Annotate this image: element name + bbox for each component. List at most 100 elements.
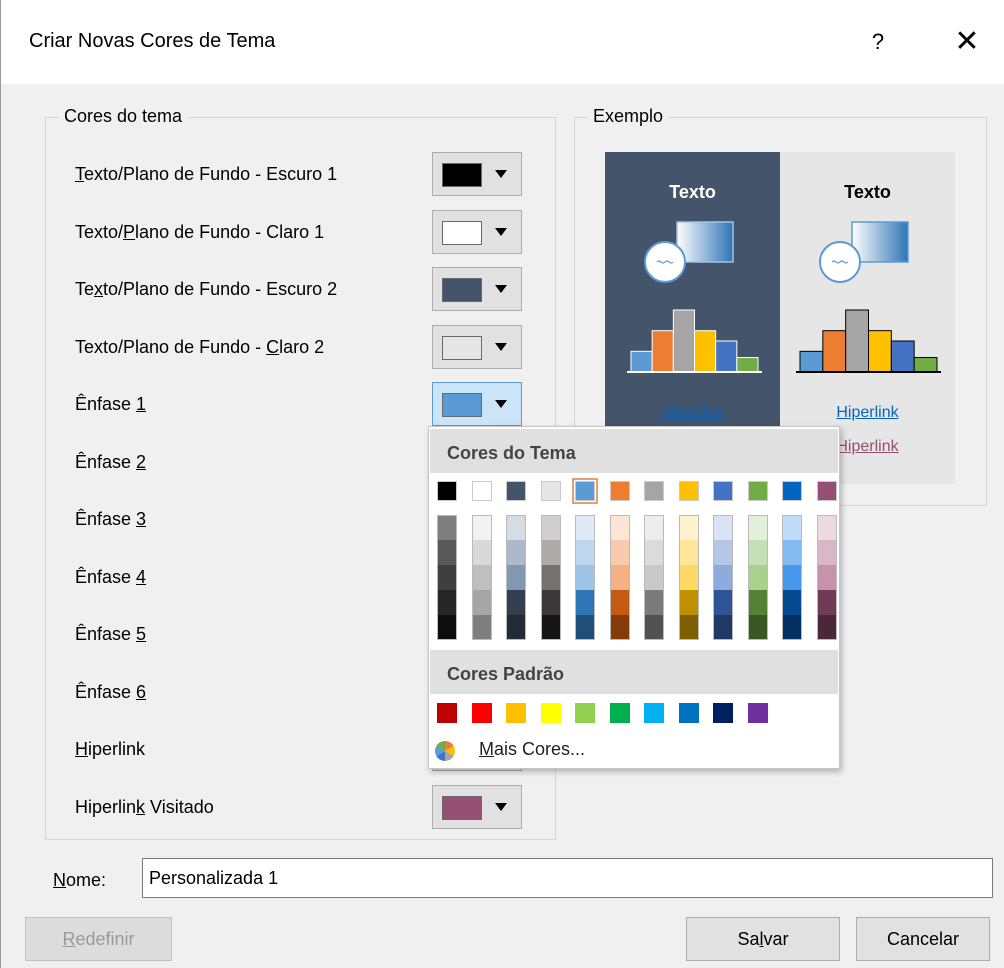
help-button[interactable]: ? [863, 22, 893, 62]
more-colors-option[interactable]: Mais Cores... [433, 735, 693, 765]
theme-shade-swatch[interactable] [472, 615, 492, 640]
theme-shade-swatch[interactable] [506, 590, 526, 615]
theme-shade-swatch[interactable] [541, 615, 561, 640]
theme-color-picker-5[interactable] [432, 382, 522, 426]
standard-color-swatch-4[interactable] [541, 703, 561, 723]
theme-shade-swatch[interactable] [817, 565, 837, 590]
preview-light-chart [796, 309, 941, 373]
theme-shade-swatch[interactable] [679, 540, 699, 565]
theme-shade-swatch[interactable] [644, 515, 664, 540]
theme-shade-swatch[interactable] [782, 590, 802, 615]
theme-shade-swatch[interactable] [817, 515, 837, 540]
theme-shade-swatch[interactable] [713, 590, 733, 615]
theme-shade-swatch[interactable] [506, 540, 526, 565]
theme-shade-swatch[interactable] [679, 515, 699, 540]
theme-color-swatch-10[interactable] [748, 481, 768, 501]
theme-shade-swatch[interactable] [472, 540, 492, 565]
theme-color-swatch-5[interactable] [572, 478, 598, 504]
theme-shade-swatch[interactable] [437, 540, 457, 565]
theme-shade-swatch[interactable] [748, 590, 768, 615]
theme-shade-swatch[interactable] [541, 590, 561, 615]
theme-color-swatch-1[interactable] [437, 481, 457, 501]
theme-shade-swatch[interactable] [506, 515, 526, 540]
theme-color-swatch-2[interactable] [472, 481, 492, 501]
name-input[interactable] [142, 858, 993, 898]
theme-shade-swatch[interactable] [472, 590, 492, 615]
theme-shade-swatch[interactable] [575, 565, 595, 590]
theme-shade-swatch[interactable] [679, 590, 699, 615]
cancel-button[interactable]: Cancelar [856, 917, 990, 961]
theme-shade-swatch[interactable] [575, 540, 595, 565]
theme-shade-swatch[interactable] [713, 515, 733, 540]
theme-color-label-8: Ênfase 4 [75, 567, 147, 587]
theme-color-picker-1[interactable] [432, 152, 522, 196]
standard-color-swatch-2[interactable] [472, 703, 492, 723]
dropdown-arrow-icon [495, 803, 507, 811]
theme-shade-swatch[interactable] [610, 565, 630, 590]
theme-shade-swatch[interactable] [713, 615, 733, 640]
theme-color-label-4: Texto/Plano de Fundo - Claro 2 [75, 337, 325, 357]
theme-shade-swatch[interactable] [437, 515, 457, 540]
theme-shade-swatch[interactable] [748, 565, 768, 590]
theme-shade-swatch[interactable] [506, 615, 526, 640]
theme-shade-swatch[interactable] [817, 540, 837, 565]
theme-shade-swatch[interactable] [713, 565, 733, 590]
theme-color-picker-12[interactable] [432, 785, 522, 829]
standard-color-swatch-6[interactable] [610, 703, 630, 723]
theme-shade-swatch[interactable] [748, 615, 768, 640]
theme-shade-swatch[interactable] [437, 615, 457, 640]
color-swatch [442, 278, 482, 302]
theme-color-swatch-7[interactable] [644, 481, 664, 501]
theme-shade-swatch[interactable] [644, 590, 664, 615]
theme-shade-swatch[interactable] [610, 540, 630, 565]
standard-color-swatch-7[interactable] [644, 703, 664, 723]
theme-shade-swatch[interactable] [541, 540, 561, 565]
theme-shade-swatch[interactable] [437, 590, 457, 615]
theme-color-swatch-6[interactable] [610, 481, 630, 501]
theme-shade-swatch[interactable] [610, 615, 630, 640]
theme-shade-swatch[interactable] [437, 565, 457, 590]
theme-shade-swatch[interactable] [610, 515, 630, 540]
theme-color-swatch-9[interactable] [713, 481, 733, 501]
theme-shade-swatch[interactable] [575, 515, 595, 540]
theme-shade-swatch[interactable] [472, 565, 492, 590]
theme-shade-swatch[interactable] [541, 515, 561, 540]
theme-shade-swatch[interactable] [644, 540, 664, 565]
theme-shade-swatch[interactable] [610, 590, 630, 615]
standard-color-swatch-3[interactable] [506, 703, 526, 723]
theme-color-swatch-3[interactable] [506, 481, 526, 501]
save-button[interactable]: Salvar [686, 917, 840, 961]
theme-shade-swatch[interactable] [575, 615, 595, 640]
theme-shade-swatch[interactable] [782, 565, 802, 590]
theme-shade-swatch[interactable] [748, 515, 768, 540]
theme-shade-swatch[interactable] [541, 565, 561, 590]
theme-color-swatch-11[interactable] [782, 481, 802, 501]
theme-shade-swatch[interactable] [679, 615, 699, 640]
theme-shade-swatch[interactable] [748, 540, 768, 565]
theme-color-picker-2[interactable] [432, 210, 522, 254]
standard-color-swatch-10[interactable] [748, 703, 768, 723]
theme-shade-swatch[interactable] [782, 515, 802, 540]
theme-shade-swatch[interactable] [817, 615, 837, 640]
theme-shade-swatch[interactable] [782, 615, 802, 640]
theme-shade-swatch[interactable] [644, 615, 664, 640]
standard-color-swatch-1[interactable] [437, 703, 457, 723]
theme-color-swatch-4[interactable] [541, 481, 561, 501]
theme-shade-swatch[interactable] [644, 565, 664, 590]
theme-color-swatch-8[interactable] [679, 481, 699, 501]
standard-color-swatch-9[interactable] [713, 703, 733, 723]
theme-shade-swatch[interactable] [817, 590, 837, 615]
theme-color-picker-3[interactable] [432, 267, 522, 311]
theme-shade-swatch[interactable] [472, 515, 492, 540]
standard-color-swatch-5[interactable] [575, 703, 595, 723]
theme-color-swatch-12[interactable] [817, 481, 837, 501]
close-button[interactable]: ✕ [947, 22, 987, 62]
theme-shade-swatch[interactable] [713, 540, 733, 565]
theme-color-picker-4[interactable] [432, 325, 522, 369]
theme-shade-swatch[interactable] [575, 590, 595, 615]
standard-color-swatch-8[interactable] [679, 703, 699, 723]
theme-shade-swatch[interactable] [679, 565, 699, 590]
reset-button[interactable]: Redefinir [25, 917, 172, 961]
theme-shade-swatch[interactable] [782, 540, 802, 565]
theme-shade-swatch[interactable] [506, 565, 526, 590]
